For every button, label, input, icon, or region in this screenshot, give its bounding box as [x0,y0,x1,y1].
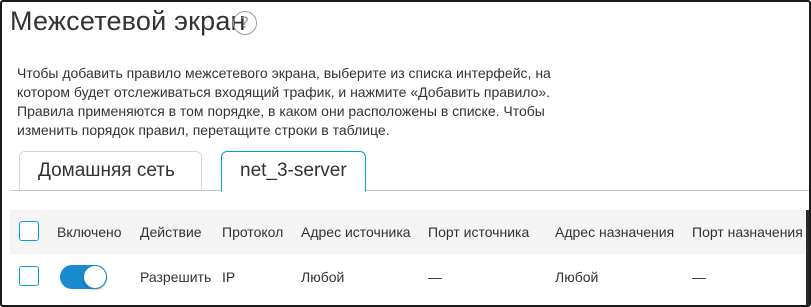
rule-source-address: Любой [301,269,345,285]
tab-net3-server[interactable]: net_3-server [221,151,366,192]
vertical-scrollbar[interactable] [806,210,809,305]
page-description: Чтобы добавить правило межсетевого экран… [17,64,551,140]
rule-source-port: — [428,269,442,285]
select-all-checkbox[interactable] [19,221,39,241]
page-title: Межсетевой экран [10,6,246,36]
column-header-action: Действие [140,224,202,240]
toggle-knob [83,265,107,289]
description-line: котором будет отслеживаться входящий тра… [17,84,551,100]
rule-action: Разрешить [140,269,212,285]
column-header-source-address: Адрес источника [301,224,411,240]
column-header-source-port: Порт источника [428,224,530,240]
description-line: изменить порядок правил, перетащите стро… [17,122,390,138]
column-header-enabled: Включено [57,224,122,240]
column-header-protocol: Протокол [222,224,284,240]
rule-enabled-toggle[interactable] [60,265,107,289]
description-line: Чтобы добавить правило межсетевого экран… [17,65,551,81]
rule-protocol: IP [222,269,236,285]
tab-home-network[interactable]: Домашняя сеть [19,151,202,191]
firewall-panel: Межсетевой экран ? Чтобы добавить правил… [0,0,811,307]
table-row[interactable]: Разрешить IP Любой — Любой — [10,255,809,299]
rules-table: Включено Действие Протокол Адрес источни… [10,210,809,303]
rule-destination-address: Любой [555,269,599,285]
column-header-destination-address: Адрес назначения [555,224,675,240]
description-line: Правила применяются в том порядке, в как… [17,103,545,119]
rule-destination-port: — [692,269,706,285]
table-header-row: Включено Действие Протокол Адрес источни… [10,210,809,254]
help-icon[interactable]: ? [233,11,257,35]
tabs-divider [10,190,809,191]
row-select-checkbox[interactable] [19,266,39,286]
column-header-destination-port: Порт назначения [692,224,803,240]
